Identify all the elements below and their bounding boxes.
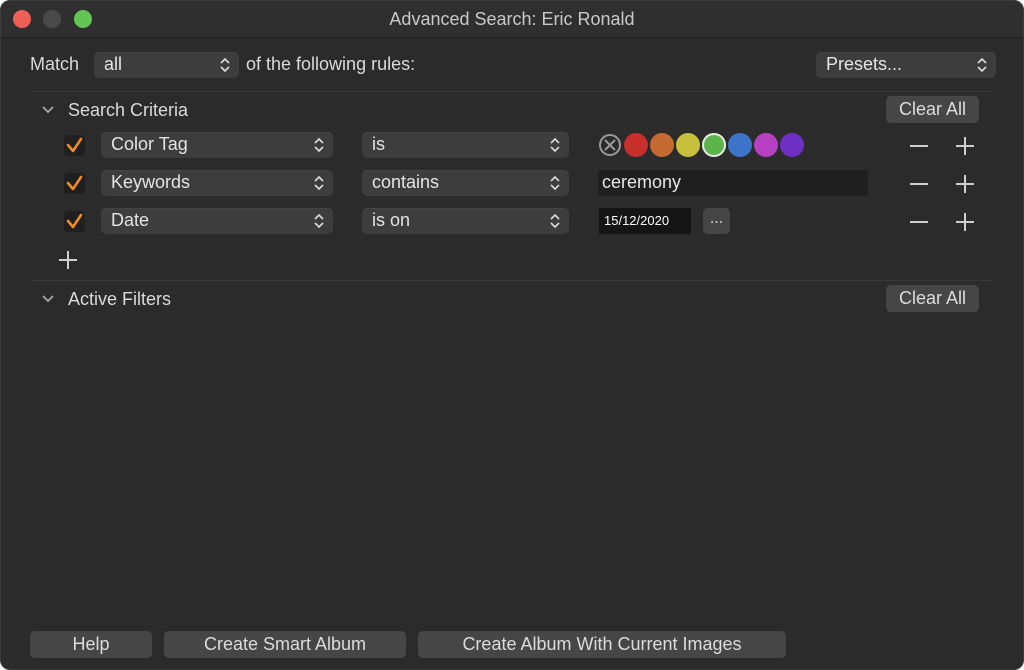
rule-field-value: Date: [111, 210, 150, 230]
create-album-current-images-button[interactable]: Create Album With Current Images: [418, 631, 786, 658]
match-suffix-label: of the following rules:: [246, 54, 416, 74]
rule-operator-popup[interactable]: is on: [362, 208, 569, 234]
add-rule-icon[interactable]: [954, 211, 976, 233]
checkmark-icon: [66, 213, 83, 229]
active-filters-clear-all-button[interactable]: Clear All: [886, 285, 979, 312]
presets-label: Presets...: [826, 54, 903, 74]
color-tag-orange[interactable]: [650, 133, 674, 157]
updown-chevron-icon: [550, 213, 560, 229]
rule-operator-value: contains: [372, 172, 440, 192]
updown-chevron-icon: [314, 213, 324, 229]
help-button[interactable]: Help: [30, 631, 152, 658]
search-criteria-clear-all-button[interactable]: Clear All: [886, 96, 979, 123]
active-filters-title: Active Filters: [68, 289, 172, 309]
search-criteria-title: Search Criteria: [68, 100, 189, 120]
date-input[interactable]: 15/12/2020: [599, 208, 691, 234]
color-tag-yellow[interactable]: [676, 133, 700, 157]
chevron-down-icon[interactable]: [41, 294, 55, 304]
match-label: Match: [30, 54, 80, 74]
rule-field-value: Keywords: [111, 172, 191, 192]
remove-rule-icon[interactable]: [908, 173, 930, 195]
divider: [30, 91, 994, 92]
add-rule-icon[interactable]: [954, 173, 976, 195]
updown-chevron-icon: [550, 175, 560, 191]
rule-field-popup[interactable]: Color Tag: [101, 132, 333, 158]
checkmark-icon: [66, 137, 83, 153]
create-smart-album-button[interactable]: Create Smart Album: [164, 631, 406, 658]
presets-popup[interactable]: Presets...: [816, 52, 996, 78]
add-rule-icon[interactable]: [954, 135, 976, 157]
remove-rule-icon[interactable]: [908, 211, 930, 233]
rule-operator-value: is on: [372, 210, 411, 230]
rule-enabled-checkbox[interactable]: [64, 173, 85, 194]
updown-chevron-icon: [314, 175, 324, 191]
keyword-input[interactable]: ceremony: [598, 170, 868, 196]
rule-field-popup[interactable]: Keywords: [101, 170, 333, 196]
match-mode-popup[interactable]: all: [94, 52, 239, 78]
advanced-search-window: Advanced Search: Eric Ronald Match all o…: [0, 0, 1024, 670]
color-tag-purple[interactable]: [780, 133, 804, 157]
rule-operator-value: is: [372, 134, 385, 154]
updown-chevron-icon: [977, 57, 987, 73]
add-criteria-icon[interactable]: [57, 249, 79, 271]
rule-field-value: Color Tag: [111, 134, 188, 154]
no-color-tag-icon[interactable]: [598, 133, 622, 157]
window-title: Advanced Search: Eric Ronald: [389, 9, 635, 29]
rule-enabled-checkbox[interactable]: [64, 211, 85, 232]
rule-field-popup[interactable]: Date: [101, 208, 333, 234]
match-mode-value: all: [104, 54, 123, 74]
checkmark-icon: [66, 175, 83, 191]
rule-enabled-checkbox[interactable]: [64, 135, 85, 156]
title-bar: Advanced Search: Eric Ronald: [1, 1, 1023, 38]
rule-operator-popup[interactable]: is: [362, 132, 569, 158]
chevron-down-icon[interactable]: [41, 105, 55, 115]
updown-chevron-icon: [314, 137, 324, 153]
rule-operator-popup[interactable]: contains: [362, 170, 569, 196]
updown-chevron-icon: [550, 137, 560, 153]
remove-rule-icon[interactable]: [908, 135, 930, 157]
date-picker-button[interactable]: ...: [703, 208, 730, 234]
color-tag-blue[interactable]: [728, 133, 752, 157]
color-tag-red[interactable]: [624, 133, 648, 157]
divider: [30, 280, 994, 281]
color-tag-magenta[interactable]: [754, 133, 778, 157]
color-tag-green[interactable]: [702, 133, 726, 157]
updown-chevron-icon: [220, 57, 230, 73]
